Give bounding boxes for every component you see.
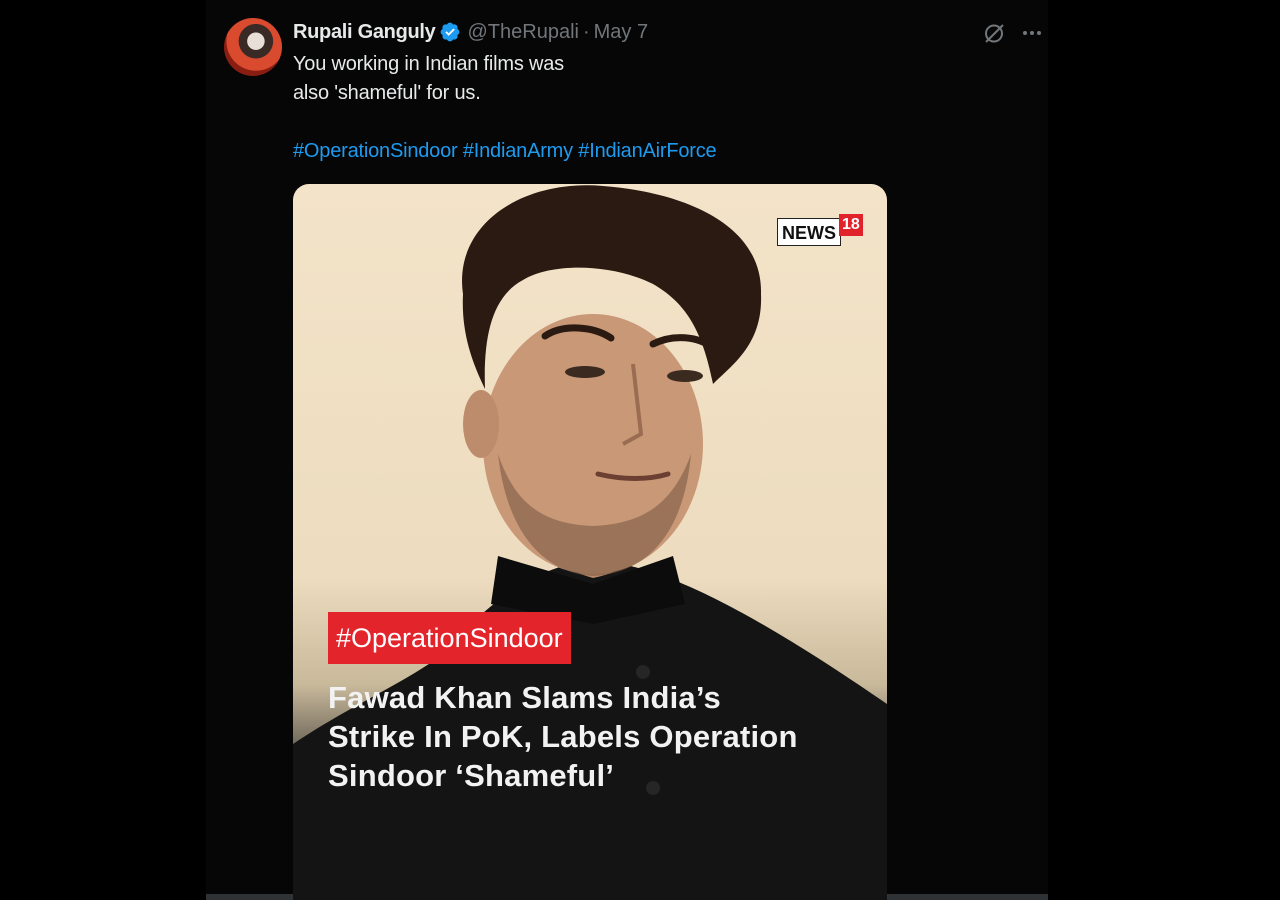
tweet-text: You working in Indian films was also 'sh… (293, 50, 564, 108)
verified-badge-icon[interactable] (439, 21, 461, 43)
tweet-text-line: You working in Indian films was (293, 53, 564, 75)
tweet-media-image[interactable]: NEWS 18 #OperationSindoor Fawad Khan Sla… (293, 184, 887, 900)
news18-logo-word: NEWS (777, 218, 841, 246)
hashtag-link[interactable]: #IndianAirForce (578, 140, 716, 162)
media-hashtag-banner: #OperationSindoor (328, 612, 571, 664)
hashtag-link[interactable]: #OperationSindoor (293, 140, 458, 162)
media-headline-line: Fawad Khan Slams India’s (328, 680, 721, 715)
news18-logo-number: 18 (839, 214, 863, 236)
more-icon[interactable] (1020, 21, 1044, 45)
hashtag-link[interactable]: #IndianArmy (463, 140, 573, 162)
separator-dot: · (582, 20, 590, 43)
tweet-header: Rupali Ganguly @TheRupali · May 7 (293, 18, 648, 46)
news18-logo: NEWS 18 (777, 214, 863, 246)
author-display-name[interactable]: Rupali Ganguly (293, 21, 436, 44)
hashtag-list: #OperationSindoor #IndianArmy #IndianAir… (293, 137, 717, 166)
media-headline: Fawad Khan Slams India’s Strike In PoK, … (328, 678, 798, 795)
media-headline-line: Strike In PoK, Labels Operation (328, 719, 798, 754)
tweet-date[interactable]: May 7 (594, 21, 648, 44)
tweet-text-line: also 'shameful' for us. (293, 82, 481, 104)
media-headline-line: Sindoor ‘Shameful’ (328, 758, 615, 793)
avatar[interactable] (224, 18, 282, 76)
grok-icon[interactable] (982, 21, 1006, 45)
author-handle[interactable]: @TheRupali (467, 21, 578, 44)
